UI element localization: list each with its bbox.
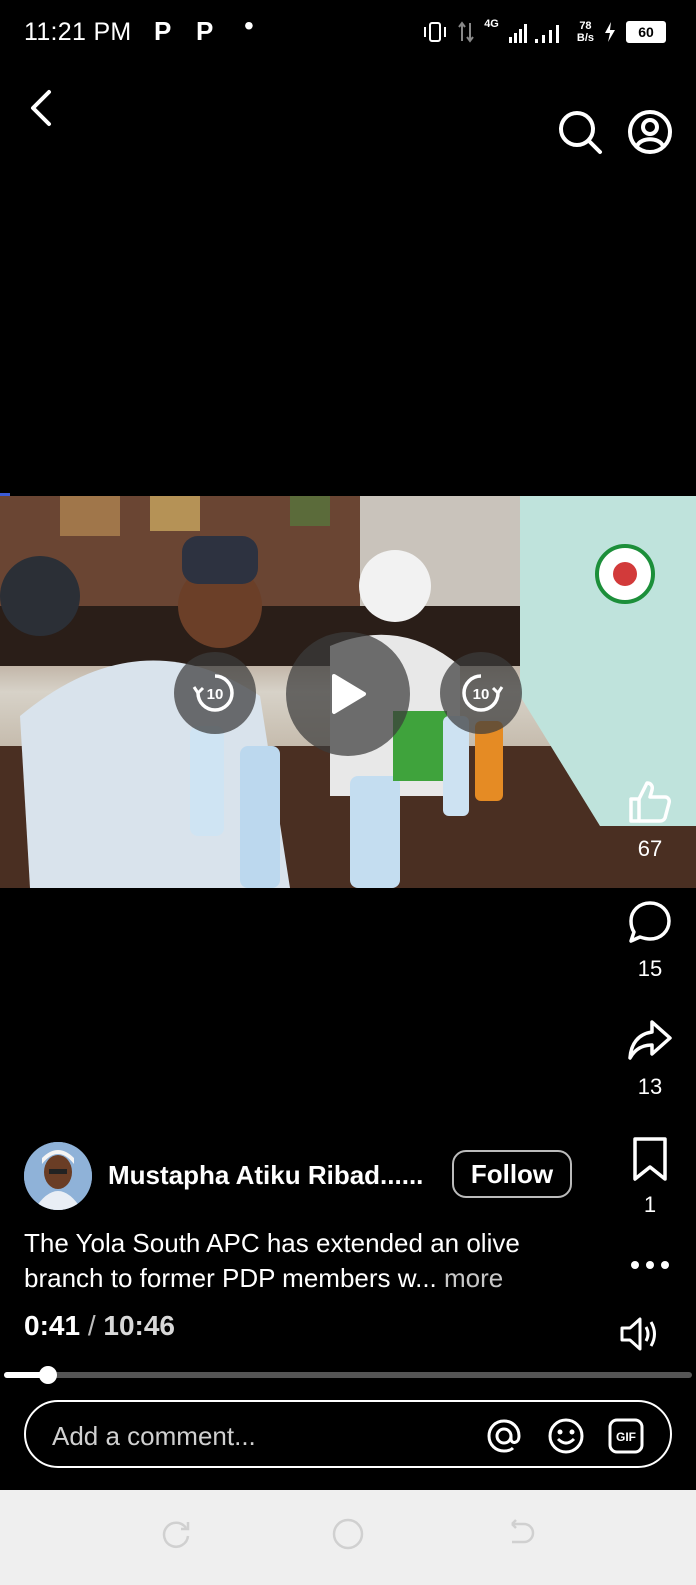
search-button[interactable] (556, 108, 604, 156)
comment-button[interactable] (620, 896, 680, 948)
rewind-10-button[interactable]: 10 (174, 652, 256, 734)
system-nav-bar (0, 1490, 696, 1585)
svg-text:GIF: GIF (616, 1430, 636, 1444)
save-count: 1 (643, 1192, 657, 1217)
share-icon (628, 1020, 672, 1060)
notification-app-icon: P (154, 16, 172, 46)
more-icon (631, 1261, 669, 1269)
volume-icon (620, 1317, 656, 1351)
status-icons: 4G 78 B/s 60 (422, 18, 666, 44)
volume-button[interactable] (614, 1312, 664, 1356)
charging-icon (605, 22, 615, 42)
recent-apps-button[interactable] (154, 1512, 198, 1556)
progress-track[interactable] (4, 1372, 692, 1378)
share-count: 13 (637, 1074, 663, 1099)
comment-icon (629, 901, 671, 943)
comment-count: 15 (637, 956, 663, 981)
avatar[interactable] (24, 1142, 92, 1210)
follow-button[interactable]: Follow (452, 1150, 572, 1198)
notification-app-icon: P (196, 16, 214, 46)
notification-dot: • (244, 10, 254, 41)
like-count: 67 (637, 836, 663, 861)
home-icon (332, 1518, 364, 1550)
comment-box[interactable]: GIF (24, 1400, 672, 1468)
share-button[interactable] (620, 1014, 680, 1066)
emoji-button[interactable] (546, 1416, 586, 1456)
rewind-10-icon: 10 (192, 674, 234, 712)
comment-input[interactable] (50, 1418, 454, 1454)
forward-label: 10 (473, 686, 490, 703)
bookmark-icon (633, 1137, 667, 1181)
back-nav-icon (511, 1519, 535, 1544)
gif-icon: GIF (608, 1418, 644, 1454)
like-button[interactable] (620, 776, 680, 828)
play-icon (332, 674, 366, 714)
current-time: 0:41 (24, 1310, 81, 1341)
recent-apps-icon (162, 1521, 190, 1548)
caption-more-link[interactable]: more (444, 1263, 503, 1293)
mention-icon (487, 1419, 521, 1453)
search-icon (559, 111, 602, 154)
signal-icon (508, 24, 559, 43)
like-icon (629, 781, 671, 823)
mention-button[interactable] (484, 1416, 524, 1456)
home-button[interactable] (326, 1512, 370, 1556)
network-type: 4G (484, 18, 499, 30)
rewind-label: 10 (207, 686, 224, 703)
more-options-button[interactable] (620, 1250, 680, 1280)
avatar-image (24, 1142, 92, 1210)
playback-time: 0:41 / 10:46 (24, 1310, 175, 1342)
gif-button[interactable]: GIF (606, 1416, 646, 1456)
forward-10-button[interactable]: 10 (440, 652, 522, 734)
time-separator: / (87, 1310, 96, 1341)
net-speed: 78 B/s (576, 20, 594, 44)
back-nav-button[interactable] (498, 1512, 542, 1556)
forward-10-icon: 10 (462, 674, 504, 712)
battery-indicator: 60 (626, 21, 666, 43)
progress-thumb[interactable] (39, 1366, 57, 1384)
emoji-icon (548, 1418, 584, 1454)
profile-button[interactable] (626, 108, 674, 156)
play-button[interactable] (286, 632, 410, 756)
back-button[interactable] (18, 84, 62, 132)
post-caption[interactable]: The Yola South APC has extended an olive… (24, 1226, 594, 1296)
profile-icon (628, 110, 672, 154)
save-button[interactable] (620, 1132, 680, 1186)
author-name[interactable]: Mustapha Atiku Ribad...... (108, 1160, 423, 1191)
vibrate-icon (424, 22, 447, 42)
status-time: 11:21 PM (24, 18, 132, 46)
duration: 10:46 (103, 1310, 176, 1341)
data-transfer-icon (458, 21, 474, 43)
back-arrow-icon (31, 90, 51, 126)
